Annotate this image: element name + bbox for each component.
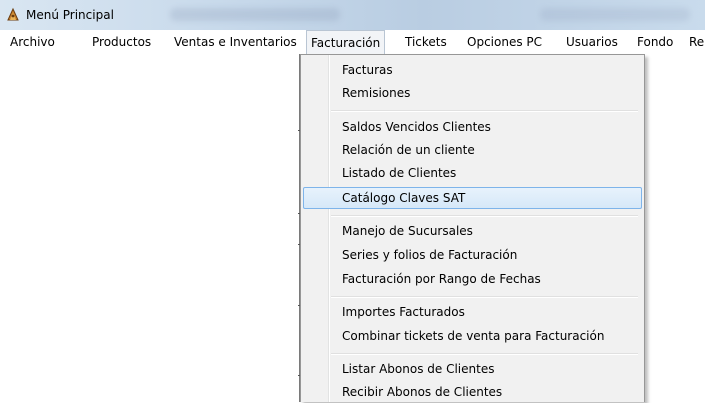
menu-archivo[interactable]: Archivo [10,34,55,52]
menu-ventas-inventarios[interactable]: Ventas e Inventarios [174,34,297,52]
menu-separator [331,296,638,298]
menu-facturacion[interactable]: Facturación [306,30,386,54]
menu-bar: Archivo Productos Ventas e Inventarios F… [0,30,705,54]
menu-productos[interactable]: Productos [92,34,151,52]
menu-item-combinar-tickets[interactable]: Combinar tickets de venta para Facturaci… [303,325,642,347]
menu-item-manejo-sucursales[interactable]: Manejo de Sucursales [303,220,642,242]
menu-item-saldos-vencidos[interactable]: Saldos Vencidos Clientes [303,116,642,138]
menu-item-series-folios[interactable]: Series y folios de Facturación [303,244,642,266]
menu-item-catalogo-claves-sat[interactable]: Catálogo Claves SAT [303,187,642,209]
menu-truncated-item[interactable]: Re [689,34,704,52]
menu-item-remisiones[interactable]: Remisiones [303,82,642,104]
menu-item-recibir-abonos[interactable]: Recibir Abonos de Clientes [303,381,642,403]
menu-item-facturas[interactable]: Facturas [303,59,642,81]
menu-fondo[interactable]: Fondo [637,34,673,52]
window-title: Menú Principal [26,8,114,22]
menu-opciones-pc[interactable]: Opciones PC [467,34,542,52]
menu-item-relacion-cliente[interactable]: Relación de un cliente [303,139,642,161]
blurred-title-text-right [540,8,690,21]
blurred-title-text [170,8,340,21]
menu-separator [331,215,638,217]
app-icon[interactable] [5,7,21,23]
menu-separator [331,110,638,112]
menu-usuarios[interactable]: Usuarios [566,34,618,52]
facturacion-dropdown-menu: Facturas Remisiones Saldos Vencidos Clie… [300,54,645,402]
menu-separator [331,353,638,355]
menu-item-facturacion-rango-fechas[interactable]: Facturación por Rango de Fechas [303,268,642,290]
menu-item-listar-abonos[interactable]: Listar Abonos de Clientes [303,358,642,380]
menu-item-listado-clientes[interactable]: Listado de Clientes [303,162,642,184]
title-bar: Menú Principal [0,0,705,31]
menu-item-importes-facturados[interactable]: Importes Facturados [303,301,642,323]
menu-tickets[interactable]: Tickets [405,34,447,52]
